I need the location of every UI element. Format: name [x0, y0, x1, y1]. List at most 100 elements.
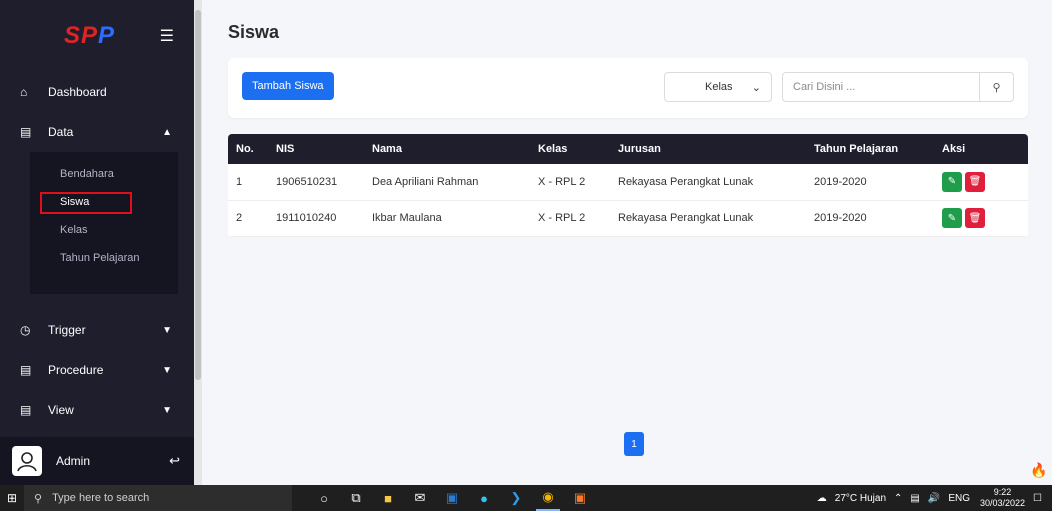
- active-highlight-box: [40, 192, 132, 214]
- mail-icon[interactable]: ✉: [408, 485, 432, 511]
- col-header-aksi: Aksi: [942, 143, 966, 155]
- col-header-kelas[interactable]: Kelas: [530, 134, 610, 164]
- submenu-item-label: Bendahara: [60, 168, 114, 180]
- kelas-select[interactable]: Kelas ⌄: [664, 72, 772, 102]
- submenu-item-label: Tahun Pelajaran: [60, 252, 140, 264]
- hamburger-menu-icon[interactable]: ☰: [160, 26, 174, 46]
- clock[interactable]: 9:22 30/03/2022: [980, 487, 1025, 509]
- cell-nis: 1906510231: [268, 164, 364, 201]
- submenu-item-kelas[interactable]: Kelas: [30, 216, 178, 244]
- submenu-item-label: Kelas: [60, 224, 88, 236]
- table-row: 2 1911010240 Ikbar Maulana X - RPL 2 Rek…: [228, 200, 1028, 237]
- sidebar-item-procedure[interactable]: ▤ Procedure ▼: [0, 350, 194, 390]
- cell-nis: 1911010240: [268, 200, 364, 237]
- pagination-page-1[interactable]: 1: [624, 432, 644, 456]
- main-content: Siswa Tambah Siswa Kelas ⌄ ⚲ No. NIS Nam…: [202, 0, 1052, 485]
- cell-tahun: 2019-2020: [806, 200, 934, 237]
- language-indicator[interactable]: ENG: [948, 493, 970, 504]
- cell-kelas: X - RPL 2: [530, 200, 610, 237]
- sidebar-item-data[interactable]: ▤ Data ▲: [0, 112, 194, 152]
- network-icon[interactable]: ▤: [910, 493, 919, 504]
- chrome-icon[interactable]: ◉: [536, 485, 560, 511]
- taskbar-search[interactable]: ⚲ Type here to search: [24, 485, 292, 511]
- students-table: No. NIS Nama Kelas Jurusan Tahun Pelajar…: [228, 134, 1028, 237]
- volume-icon[interactable]: 🔊: [928, 493, 940, 504]
- add-student-button[interactable]: Tambah Siswa: [242, 72, 334, 100]
- sidebar-item-dashboard[interactable]: ⌂ Dashboard: [0, 72, 194, 112]
- home-icon: ⌂: [20, 85, 28, 99]
- submenu-item-tahun-pelajaran[interactable]: Tahun Pelajaran: [30, 244, 178, 272]
- cortana-icon[interactable]: ○: [312, 485, 336, 511]
- search-box: ⚲: [782, 72, 1014, 102]
- cell-kelas: X - RPL 2: [530, 164, 610, 201]
- windows-start-icon[interactable]: ⊞: [0, 485, 24, 511]
- col-header-tahun[interactable]: Tahun Pelajaran: [806, 134, 934, 164]
- page-title: Siswa: [228, 22, 280, 42]
- sidebar-item-view[interactable]: ▤ View ▼: [0, 390, 194, 430]
- notification-icon[interactable]: ☐: [1033, 493, 1042, 504]
- cell-jurusan: Rekayasa Perangkat Lunak: [610, 164, 806, 201]
- logout-icon[interactable]: ↩: [169, 453, 180, 469]
- xampp-icon[interactable]: ▣: [568, 485, 592, 511]
- search-icon: ⚲: [34, 492, 43, 505]
- delete-icon[interactable]: 🗑: [965, 208, 985, 228]
- sidebar-scrollbar[interactable]: [194, 0, 202, 485]
- col-header-no[interactable]: No.: [228, 134, 268, 164]
- toolbar-card: Tambah Siswa Kelas ⌄ ⚲: [228, 58, 1028, 118]
- col-header-nama[interactable]: Nama: [364, 134, 530, 164]
- weather-text[interactable]: 27°C Hujan: [835, 493, 886, 504]
- sidebar-item-label: View: [48, 403, 74, 417]
- students-table-card: No. NIS Nama Kelas Jurusan Tahun Pelajar…: [228, 134, 1028, 237]
- xampp-flame-icon[interactable]: 🔥: [1030, 462, 1047, 479]
- sidebar: SPP ☰ ⌂ Dashboard ▤ Data ▲ Bendahara Sis…: [0, 0, 194, 485]
- avatar[interactable]: [12, 446, 42, 476]
- word-icon[interactable]: ▣: [440, 485, 464, 511]
- windows-taskbar: ⊞ ⚲ Type here to search ○ ⧉ ■ ✉ ▣ ● ❯ ◉ …: [0, 485, 1052, 511]
- user-name: Admin: [56, 454, 91, 468]
- chevron-down-icon: ▼: [162, 324, 172, 336]
- sidebar-item-label: Trigger: [48, 323, 86, 337]
- table-row: 1 1906510231 Dea Apriliani Rahman X - RP…: [228, 164, 1028, 201]
- database-icon: ▤: [20, 125, 32, 139]
- task-view-icon[interactable]: ⧉: [344, 485, 368, 511]
- user-profile: Admin ↩: [0, 437, 194, 485]
- cell-no: 2: [228, 200, 268, 237]
- sidebar-item-trigger[interactable]: ◷ Trigger ▼: [0, 310, 194, 350]
- table-header-row: No. NIS Nama Kelas Jurusan Tahun Pelajar…: [228, 134, 1028, 164]
- scroll-thumb[interactable]: [195, 10, 201, 380]
- col-header-nis[interactable]: NIS: [268, 134, 364, 164]
- cell-aksi: ✎ 🗑: [934, 200, 1028, 237]
- app-logo[interactable]: SPP: [64, 22, 115, 50]
- cell-nama: Ikbar Maulana: [364, 200, 530, 237]
- chevron-down-icon: ▼: [162, 364, 172, 376]
- user-icon: [17, 452, 37, 472]
- vscode-icon[interactable]: ❯: [504, 485, 528, 511]
- clock-date: 30/03/2022: [979, 498, 1026, 508]
- delete-icon[interactable]: 🗑: [965, 171, 985, 192]
- edit-icon[interactable]: ✎: [942, 208, 962, 228]
- cell-tahun: 2019-2020: [806, 164, 934, 201]
- file-explorer-icon[interactable]: ■: [376, 485, 400, 511]
- chevron-down-icon: ▼: [162, 404, 172, 416]
- chevron-up-icon[interactable]: ⌃: [894, 493, 902, 504]
- cell-nama: Dea Apriliani Rahman: [364, 164, 530, 201]
- chevron-down-icon: ⌄: [751, 81, 761, 94]
- cell-no: 1: [228, 164, 268, 201]
- system-tray: ☁ 27°C Hujan ⌃ ▤ 🔊 ENG 9:22 30/03/2022 ☐: [809, 487, 1052, 509]
- cell-jurusan: Rekayasa Perangkat Lunak: [610, 200, 806, 237]
- search-icon[interactable]: ⚲: [979, 73, 1013, 101]
- search-input[interactable]: [783, 73, 979, 101]
- submenu-item-bendahara[interactable]: Bendahara: [30, 160, 178, 188]
- clock-icon: ◷: [20, 323, 31, 337]
- edge-icon[interactable]: ●: [472, 485, 496, 511]
- cell-aksi: ✎ 🗑: [934, 164, 1028, 201]
- data-submenu: Bendahara Siswa Kelas Tahun Pelajaran: [30, 152, 178, 294]
- edit-icon[interactable]: ✎: [942, 171, 962, 192]
- sidebar-item-label: Data: [48, 125, 74, 139]
- clock-time: 9:22: [993, 487, 1012, 497]
- database-icon: ▤: [20, 403, 32, 417]
- database-icon: ▤: [20, 363, 32, 377]
- submenu-item-siswa[interactable]: Siswa: [30, 188, 178, 216]
- sidebar-item-label: Dashboard: [48, 85, 107, 99]
- col-header-jurusan[interactable]: Jurusan: [610, 134, 806, 164]
